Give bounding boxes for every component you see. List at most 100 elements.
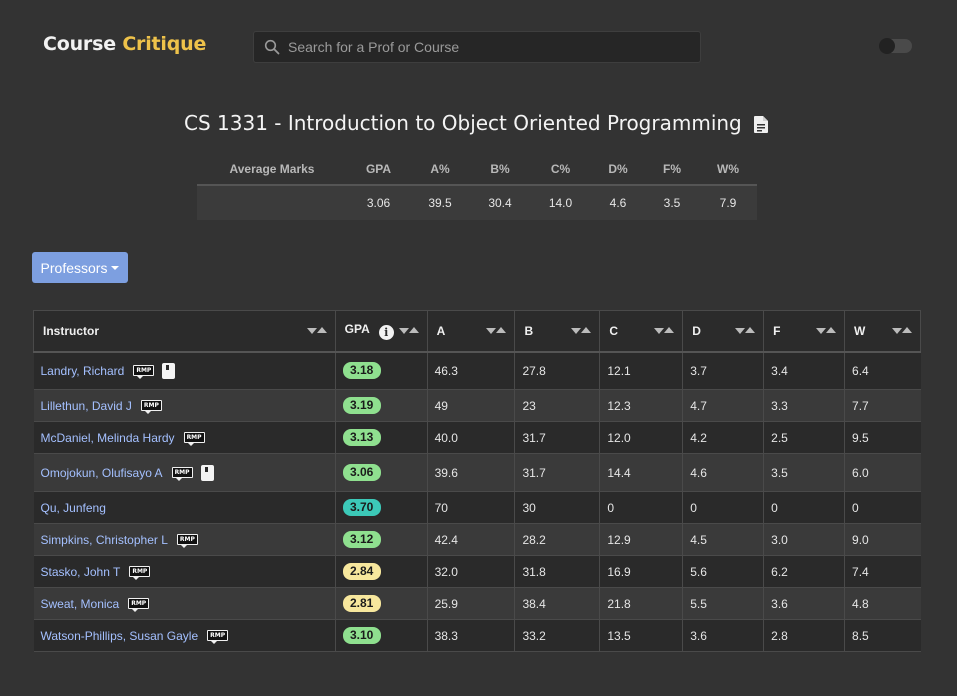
sort-icon[interactable]: [735, 327, 756, 334]
grade-f-cell: 3.3: [763, 389, 846, 422]
gpa-badge: 2.84: [342, 563, 381, 580]
grade-b-cell: 28.2: [514, 523, 601, 556]
rate-my-professor-icon[interactable]: RMP: [176, 534, 198, 548]
caret-down-icon: [111, 266, 120, 270]
grade-c-cell: 12.3: [599, 389, 684, 422]
table-row[interactable]: Watson-Phillips, Susan Gayle RMP 3.10 38.3 3…: [33, 619, 921, 652]
grade-w-cell: 7.7: [844, 389, 921, 422]
gpa-badge: 2.81: [342, 595, 381, 612]
syllabus-book-icon[interactable]: [162, 362, 176, 379]
grade-d-cell: 3.7: [682, 351, 765, 390]
grade-f-cell: 3.0: [763, 523, 846, 556]
instructor-link[interactable]: Omojokun, Olufisayo A RMP: [41, 464, 214, 481]
sort-icon[interactable]: [306, 327, 327, 334]
column-header-label: GPA: [344, 321, 370, 336]
app-logo[interactable]: Course Critique: [43, 33, 206, 55]
avg-c-value: 14.0: [530, 185, 591, 220]
instructor-link[interactable]: Watson-Phillips, Susan Gayle RMP: [41, 629, 229, 644]
column-header-b[interactable]: B: [514, 310, 601, 353]
grade-f-cell: 2.8: [763, 619, 846, 652]
grade-b-cell: 23: [514, 389, 601, 422]
info-icon[interactable]: i: [378, 324, 394, 340]
column-header-d[interactable]: D: [682, 310, 765, 353]
gpa-cell: 3.18: [335, 351, 428, 390]
sort-icon[interactable]: [398, 327, 419, 334]
sort-icon[interactable]: [816, 327, 837, 334]
grade-f-cell: 6.2: [763, 555, 846, 588]
average-marks-table: Average Marks GPA A% B% C% D% F% W% 3.06…: [197, 154, 757, 220]
column-header-label: A: [436, 323, 446, 338]
instructor-link[interactable]: Landry, Richard RMP: [41, 362, 176, 380]
instructor-cell: McDaniel, Melinda Hardy RMP: [33, 421, 336, 454]
rate-my-professor-icon[interactable]: RMP: [129, 566, 151, 580]
sort-icon[interactable]: [571, 327, 592, 334]
logo-text-accent: Critique: [122, 33, 207, 55]
grade-a-cell: 32.0: [427, 555, 516, 588]
table-row[interactable]: Omojokun, Olufisayo A RMP 3.06 39.6 31.7 14.4…: [33, 453, 921, 492]
table-row[interactable]: Simpkins, Christopher L RMP 3.12 42.4 28.2 12…: [33, 523, 921, 556]
instructor-link[interactable]: Lillethun, David J RMP: [41, 399, 162, 414]
rate-my-professor-icon[interactable]: RMP: [171, 467, 193, 481]
rate-my-professor-icon[interactable]: RMP: [140, 400, 162, 414]
column-header-label: C: [609, 323, 619, 338]
grade-b-cell: 30: [514, 491, 601, 524]
table-row[interactable]: Landry, Richard RMP 3.18 46.3 27.8 12.1 3.7 3.4…: [33, 351, 921, 390]
instructor-name: Qu, Junfeng: [40, 500, 106, 515]
instructor-link[interactable]: McDaniel, Melinda Hardy RMP: [41, 431, 205, 446]
rate-my-professor-icon[interactable]: RMP: [128, 598, 150, 612]
grade-d-cell: 4.2: [682, 421, 765, 454]
grade-d-cell: 4.6: [682, 453, 765, 492]
rate-my-professor-icon[interactable]: RMP: [133, 365, 155, 380]
column-header-a[interactable]: A: [426, 310, 516, 353]
sort-icon[interactable]: [892, 327, 912, 334]
document-icon[interactable]: [753, 115, 768, 133]
grade-c-cell: 14.4: [599, 453, 684, 492]
instructor-link[interactable]: Stasko, John T RMP: [41, 565, 151, 580]
instructor-cell: Qu, Junfeng: [33, 491, 336, 524]
table-row[interactable]: Sweat, Monica RMP 2.81 25.9 38.4 21.8 5.5 3.6 4.…: [33, 587, 921, 620]
grade-f-cell: 3.4: [763, 351, 846, 390]
grade-c-cell: 13.5: [599, 619, 684, 652]
search-input[interactable]: [288, 39, 668, 55]
gpa-cell: 3.13: [335, 421, 428, 454]
gpa-cell: 3.06: [335, 453, 428, 492]
rate-my-professor-icon[interactable]: RMP: [207, 630, 229, 644]
grade-b-cell: 33.2: [514, 619, 601, 652]
grade-c-cell: 16.9: [599, 555, 684, 588]
avg-col-f: F%: [645, 154, 699, 186]
gpa-badge: 3.06: [342, 464, 381, 481]
grade-f-cell: 0: [763, 491, 846, 524]
grade-a-cell: 38.3: [427, 619, 516, 652]
column-header-f[interactable]: F: [763, 310, 846, 353]
theme-toggle[interactable]: [879, 38, 912, 54]
column-header-gpa[interactable]: GPA i: [334, 310, 428, 353]
column-header-instructor[interactable]: Instructor: [33, 310, 336, 353]
instructor-link[interactable]: Simpkins, Christopher L RMP: [40, 532, 198, 548]
avg-col-a: A%: [410, 154, 470, 186]
table-row[interactable]: Qu, Junfeng 3.70 70 30 0 0 0 0: [33, 491, 921, 524]
search-bar[interactable]: [253, 31, 701, 63]
average-marks-header: Average Marks GPA A% B% C% D% F% W%: [197, 154, 757, 186]
grade-w-cell: 0: [844, 491, 921, 524]
column-header-w[interactable]: W: [844, 310, 921, 353]
table-row[interactable]: McDaniel, Melinda Hardy RMP 3.13 40.0 31.7 12…: [33, 421, 921, 454]
avg-w-value: 7.9: [699, 185, 757, 220]
grade-w-cell: 6.0: [844, 453, 921, 492]
grade-f-cell: 2.5: [763, 421, 846, 454]
column-header-label: W: [854, 323, 866, 338]
sort-icon[interactable]: [654, 327, 675, 334]
column-header-c[interactable]: C: [599, 310, 684, 353]
instructor-name: Sweat, Monica: [40, 596, 120, 611]
grade-w-cell: 7.4: [844, 555, 921, 588]
instructor-link[interactable]: Qu, Junfeng: [41, 501, 106, 515]
instructor-cell: Landry, Richard RMP: [33, 351, 336, 390]
rate-my-professor-icon[interactable]: RMP: [183, 432, 205, 446]
syllabus-book-icon[interactable]: [200, 464, 214, 481]
sort-icon[interactable]: [486, 327, 507, 334]
professors-dropdown-button[interactable]: Professors: [32, 252, 128, 283]
instructor-name: Simpkins, Christopher L: [40, 532, 168, 547]
instructor-link[interactable]: Sweat, Monica RMP: [40, 596, 150, 612]
table-row[interactable]: Stasko, John T RMP 2.84 32.0 31.8 16.9 5.6 6.2 7…: [33, 555, 921, 588]
table-row[interactable]: Lillethun, David J RMP 3.19 49 23 12.3 4.7 3.3 7…: [33, 389, 921, 422]
grade-a-cell: 40.0: [427, 421, 516, 454]
